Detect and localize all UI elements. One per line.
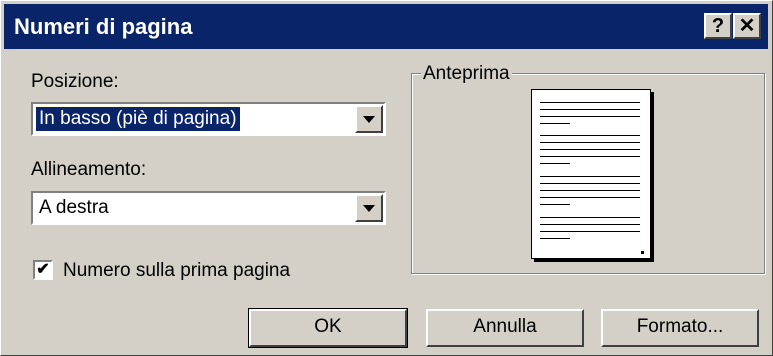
preview-page-icon — [531, 89, 651, 259]
position-selected-value: In basso (piè di pagina) — [35, 106, 241, 132]
help-button[interactable]: ? — [704, 13, 732, 39]
alignment-selected-value: A destra — [39, 197, 109, 218]
cancel-button[interactable]: Annulla — [426, 309, 584, 347]
alignment-label: Allineamento: — [31, 159, 147, 180]
page-number-marker-icon — [641, 251, 644, 254]
position-dropdown-arrow-icon[interactable] — [355, 105, 383, 133]
position-dropdown[interactable]: In basso (piè di pagina) — [31, 102, 386, 136]
close-button[interactable]: ✕ — [733, 13, 761, 39]
position-label: Posizione: — [31, 71, 119, 92]
alignment-dropdown[interactable]: A destra — [31, 191, 386, 225]
format-button[interactable]: Formato... — [601, 309, 759, 347]
dialog-title: Numeri di pagina — [14, 14, 193, 39]
ok-button[interactable]: OK — [248, 308, 408, 348]
page-numbers-dialog: Numeri di pagina ? ✕ Posizione: In basso… — [0, 0, 773, 356]
preview-label: Anteprima — [421, 63, 512, 85]
first-page-checkbox[interactable]: ✔ — [33, 260, 53, 280]
title-bar: Numeri di pagina ? ✕ — [4, 4, 768, 49]
alignment-dropdown-arrow-icon[interactable] — [355, 194, 383, 222]
first-page-checkbox-label[interactable]: Numero sulla prima pagina — [63, 260, 290, 282]
